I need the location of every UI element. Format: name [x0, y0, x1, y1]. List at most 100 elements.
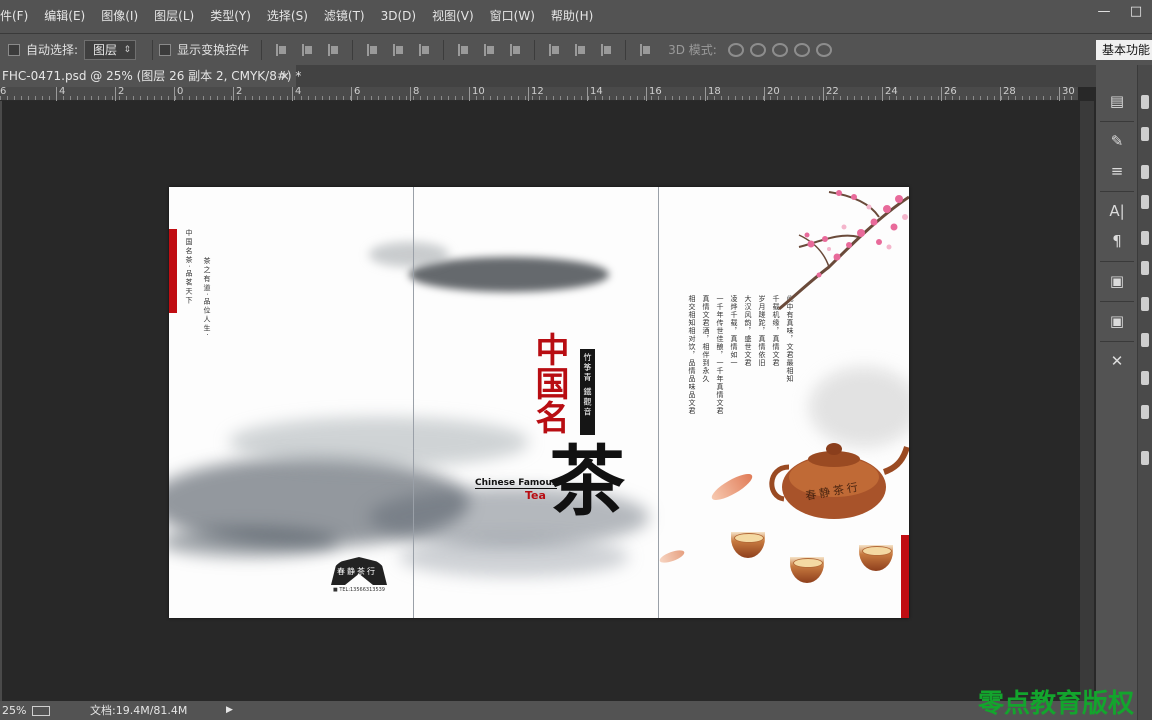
panel-edge-icon[interactable] — [1141, 451, 1149, 465]
align-bottom-icon[interactable] — [326, 43, 340, 57]
menu-item[interactable]: 类型(Y) — [202, 0, 259, 33]
menu-item[interactable]: 件(F) — [0, 0, 36, 33]
pan-3d-icon[interactable] — [771, 42, 788, 57]
document-canvas[interactable]: 中国名茶·品茗天下 茶之有道·品位人生· 中国名 茶 竹筝青 鐵觀音 Chine… — [169, 187, 909, 618]
seal-text: 竹筝青 鐵觀音 — [580, 349, 595, 435]
flower-petal — [658, 547, 686, 566]
ruler-label: 18 — [705, 86, 721, 101]
menu-item[interactable]: 视图(V) — [424, 0, 482, 33]
left-vertical-text-2: 茶之有道·品位人生· — [203, 257, 211, 338]
nik-plugin-icon[interactable]: ✕ — [1105, 351, 1129, 371]
panel-edge-icon[interactable] — [1141, 231, 1149, 245]
ruler-label: 14 — [587, 86, 603, 101]
poem-column: 一千年传世佳酿，一千年真情文君 — [716, 295, 724, 415]
horizontal-ruler[interactable]: 6 4 2 0 2 4 6 8 10 12 14 16 18 20 22 24 26 28 30 — [0, 87, 1078, 101]
zoom-level[interactable]: 25% — [2, 701, 26, 720]
panel-edge-icon[interactable] — [1141, 333, 1149, 347]
align-hcenter-icon[interactable] — [391, 43, 405, 57]
paragraph-panel-icon[interactable]: ¶ — [1105, 231, 1129, 251]
ruler-label: 28 — [1000, 86, 1016, 101]
poem-column: 大汉风韵，盛世文君 — [744, 295, 752, 367]
align-vcenter-icon[interactable] — [300, 43, 314, 57]
show-transform-label: 显示变换控件 — [177, 43, 250, 57]
menu-item[interactable]: 图层(L) — [146, 0, 202, 33]
ink-mist — [169, 527, 339, 557]
library-panel-icon[interactable]: ▣ — [1105, 311, 1129, 331]
restore-button[interactable]: □ — [1120, 0, 1152, 24]
panel-edge-icon[interactable] — [1141, 127, 1149, 141]
collapsed-panel-edge — [1138, 65, 1152, 720]
ink-mist — [229, 417, 529, 467]
distribute-bottom-icon[interactable] — [508, 43, 522, 57]
distribute-left-icon[interactable] — [547, 43, 561, 57]
panel-edge-icon[interactable] — [1141, 297, 1149, 311]
workspace-switcher[interactable]: 基本功能 — [1096, 40, 1152, 60]
distribute-hcenter-icon[interactable] — [573, 43, 587, 57]
auto-align-icon[interactable] — [638, 43, 652, 57]
distribute-vcenter-icon[interactable] — [482, 43, 496, 57]
character-panel-icon[interactable]: A| — [1105, 201, 1129, 221]
show-transform-checkbox[interactable] — [159, 43, 172, 56]
title-calligraphy: 中国名 — [529, 332, 569, 434]
document-size-info: 文档:19.4M/81.4M — [90, 704, 188, 717]
panel-edge-icon[interactable] — [1141, 95, 1149, 109]
menu-item[interactable]: 滤镜(T) — [316, 0, 373, 33]
poem-column: 岁月蹉跎，真情依旧 — [758, 295, 766, 367]
panel-edge-icon[interactable] — [1141, 195, 1149, 209]
ruler-label: 8 — [409, 86, 420, 101]
layer-comps-panel-icon[interactable]: ▣ — [1105, 271, 1129, 291]
distribute-right-icon[interactable] — [599, 43, 613, 57]
poem-column: 凌烨千载，真情如一 — [730, 295, 738, 367]
menu-item[interactable]: 3D(D) — [373, 0, 424, 33]
poem-column: 相交相知相对饮，品情品味品文君 — [688, 295, 696, 415]
rotate-3d-icon[interactable] — [727, 42, 744, 57]
distribute-top-icon[interactable] — [456, 43, 470, 57]
menu-item[interactable]: 窗口(W) — [482, 0, 543, 33]
menu-items: 件(F) 编辑(E) 图像(I) 图层(L) 类型(Y) 选择(S) 滤镜(T) 3D(D) 视… — [0, 0, 601, 33]
roll-3d-icon[interactable] — [749, 42, 766, 57]
separator — [1100, 191, 1134, 192]
panel-edge-icon[interactable] — [1141, 405, 1149, 419]
menu-item[interactable]: 选择(S) — [259, 0, 316, 33]
panel-icon-strip: ▤ ✎ ≡ A| ¶ ▣ ▣ ✕ — [1096, 65, 1138, 720]
slide-3d-icon[interactable] — [793, 42, 810, 57]
menu-item[interactable]: 帮助(H) — [543, 0, 601, 33]
auto-select-value: 图层 — [93, 42, 118, 57]
align-right-icon[interactable] — [417, 43, 431, 57]
phone-text: ■ TEL:13566313539 — [333, 587, 385, 593]
brush-panel-icon[interactable]: ✎ — [1105, 131, 1129, 151]
watermark: 零点教育版权 — [978, 689, 1135, 719]
document-tab-bar: FHC-0471.psd @ 25% (图层 26 副本 2, CMYK/8#)… — [0, 65, 1096, 87]
share-icon[interactable] — [32, 706, 50, 716]
align-top-icon[interactable] — [274, 43, 288, 57]
separator — [534, 39, 536, 60]
seal-line-1: 竹筝青 — [583, 353, 592, 383]
ruler-label: 30 — [1059, 86, 1075, 101]
dropdown-arrow-icon: ⇕ — [123, 44, 132, 55]
menu-item[interactable]: 图像(I) — [93, 0, 146, 33]
close-tab-icon[interactable]: × — [280, 65, 290, 87]
status-menu-arrow-icon[interactable]: ▶ — [226, 701, 233, 720]
menu-item[interactable]: 编辑(E) — [36, 0, 93, 33]
auto-select-checkbox[interactable] — [8, 43, 20, 56]
panel-edge-icon[interactable] — [1141, 261, 1149, 275]
minimize-button[interactable]: — — [1088, 0, 1120, 24]
document-tab[interactable]: FHC-0471.psd @ 25% (图层 26 副本 2, CMYK/8#)… — [0, 65, 301, 87]
vertical-scrollbar[interactable] — [1080, 101, 1094, 701]
red-accent-bar — [901, 535, 909, 618]
auto-select-label: 自动选择: — [26, 43, 79, 57]
ruler-label: 24 — [882, 86, 898, 101]
ruler-label: 22 — [823, 86, 839, 101]
auto-select-dropdown[interactable]: 图层 ⇕ — [84, 39, 137, 60]
panel-edge-icon[interactable] — [1141, 165, 1149, 179]
poem-column: 真情文君酒，相伴到永久 — [702, 295, 710, 383]
options-bar: 自动选择: 图层 ⇕ 显示变换控件 3D 模式: — [0, 33, 1152, 65]
history-panel-icon[interactable]: ▤ — [1105, 91, 1129, 111]
scale-3d-icon[interactable] — [815, 42, 832, 57]
document-tab-title: FHC-0471.psd @ 25% (图层 26 副本 2, CMYK/8#)… — [2, 69, 302, 83]
ruler-label: 6 — [350, 86, 361, 101]
adjustments-panel-icon[interactable]: ≡ — [1105, 161, 1129, 181]
separator — [625, 39, 627, 60]
panel-edge-icon[interactable] — [1141, 371, 1149, 385]
align-left-icon[interactable] — [365, 43, 379, 57]
